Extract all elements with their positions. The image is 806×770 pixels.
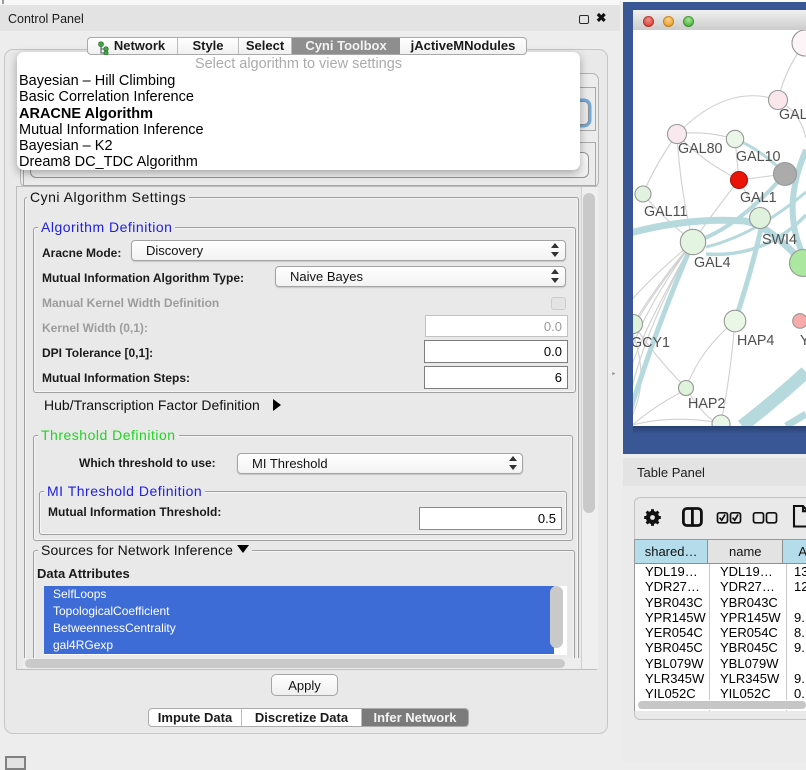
svg-text:HAP4: HAP4 bbox=[737, 333, 774, 349]
svg-text:GAL11: GAL11 bbox=[644, 204, 687, 220]
svg-text:GAL7: GAL7 bbox=[779, 107, 806, 123]
svg-text:GAL80: GAL80 bbox=[678, 141, 723, 157]
svg-text:GAL4: GAL4 bbox=[694, 255, 731, 271]
svg-text:HAP2: HAP2 bbox=[688, 396, 725, 412]
svg-text:SWI4: SWI4 bbox=[762, 232, 797, 248]
svg-text:GAL1: GAL1 bbox=[740, 190, 777, 206]
svg-text:GAL10: GAL10 bbox=[736, 149, 781, 165]
svg-text:GCY1: GCY1 bbox=[633, 335, 670, 351]
svg-text:YJ: YJ bbox=[800, 333, 806, 349]
